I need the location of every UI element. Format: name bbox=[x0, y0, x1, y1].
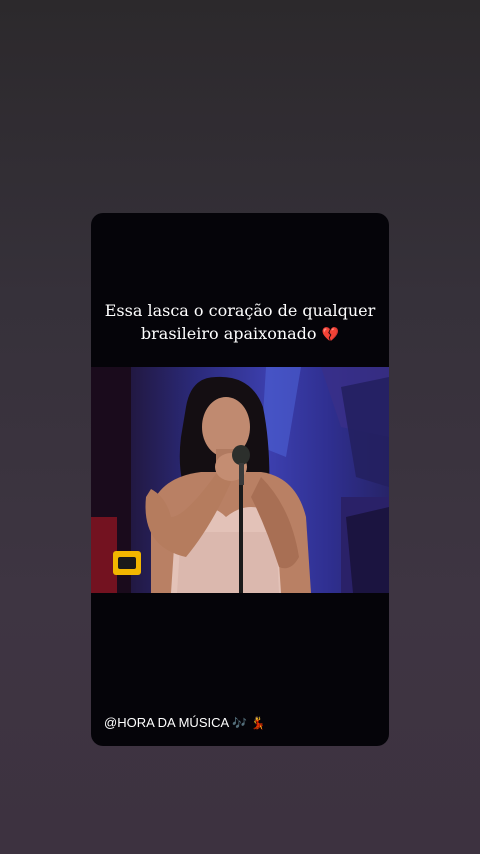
story-caption: Essa lasca o coração de qualquer brasile… bbox=[91, 299, 389, 347]
caption-line-2: brasileiro apaixonado 💔 bbox=[91, 322, 389, 347]
broken-heart-icon: 💔 bbox=[321, 327, 340, 343]
handle-text: @HORA DA MÚSICA bbox=[104, 715, 229, 730]
caption-line-2-text: brasileiro apaixonado bbox=[140, 324, 317, 343]
account-handle[interactable]: @HORA DA MÚSICA 🎶 💃 bbox=[104, 715, 266, 730]
music-dance-emoji-icon: 🎶 💃 bbox=[232, 716, 266, 730]
story-card[interactable]: Essa lasca o coração de qualquer brasile… bbox=[91, 213, 389, 746]
caption-line-1: Essa lasca o coração de qualquer bbox=[104, 301, 376, 320]
video-player[interactable] bbox=[91, 367, 389, 593]
tv-channel-logo-icon bbox=[113, 551, 141, 575]
